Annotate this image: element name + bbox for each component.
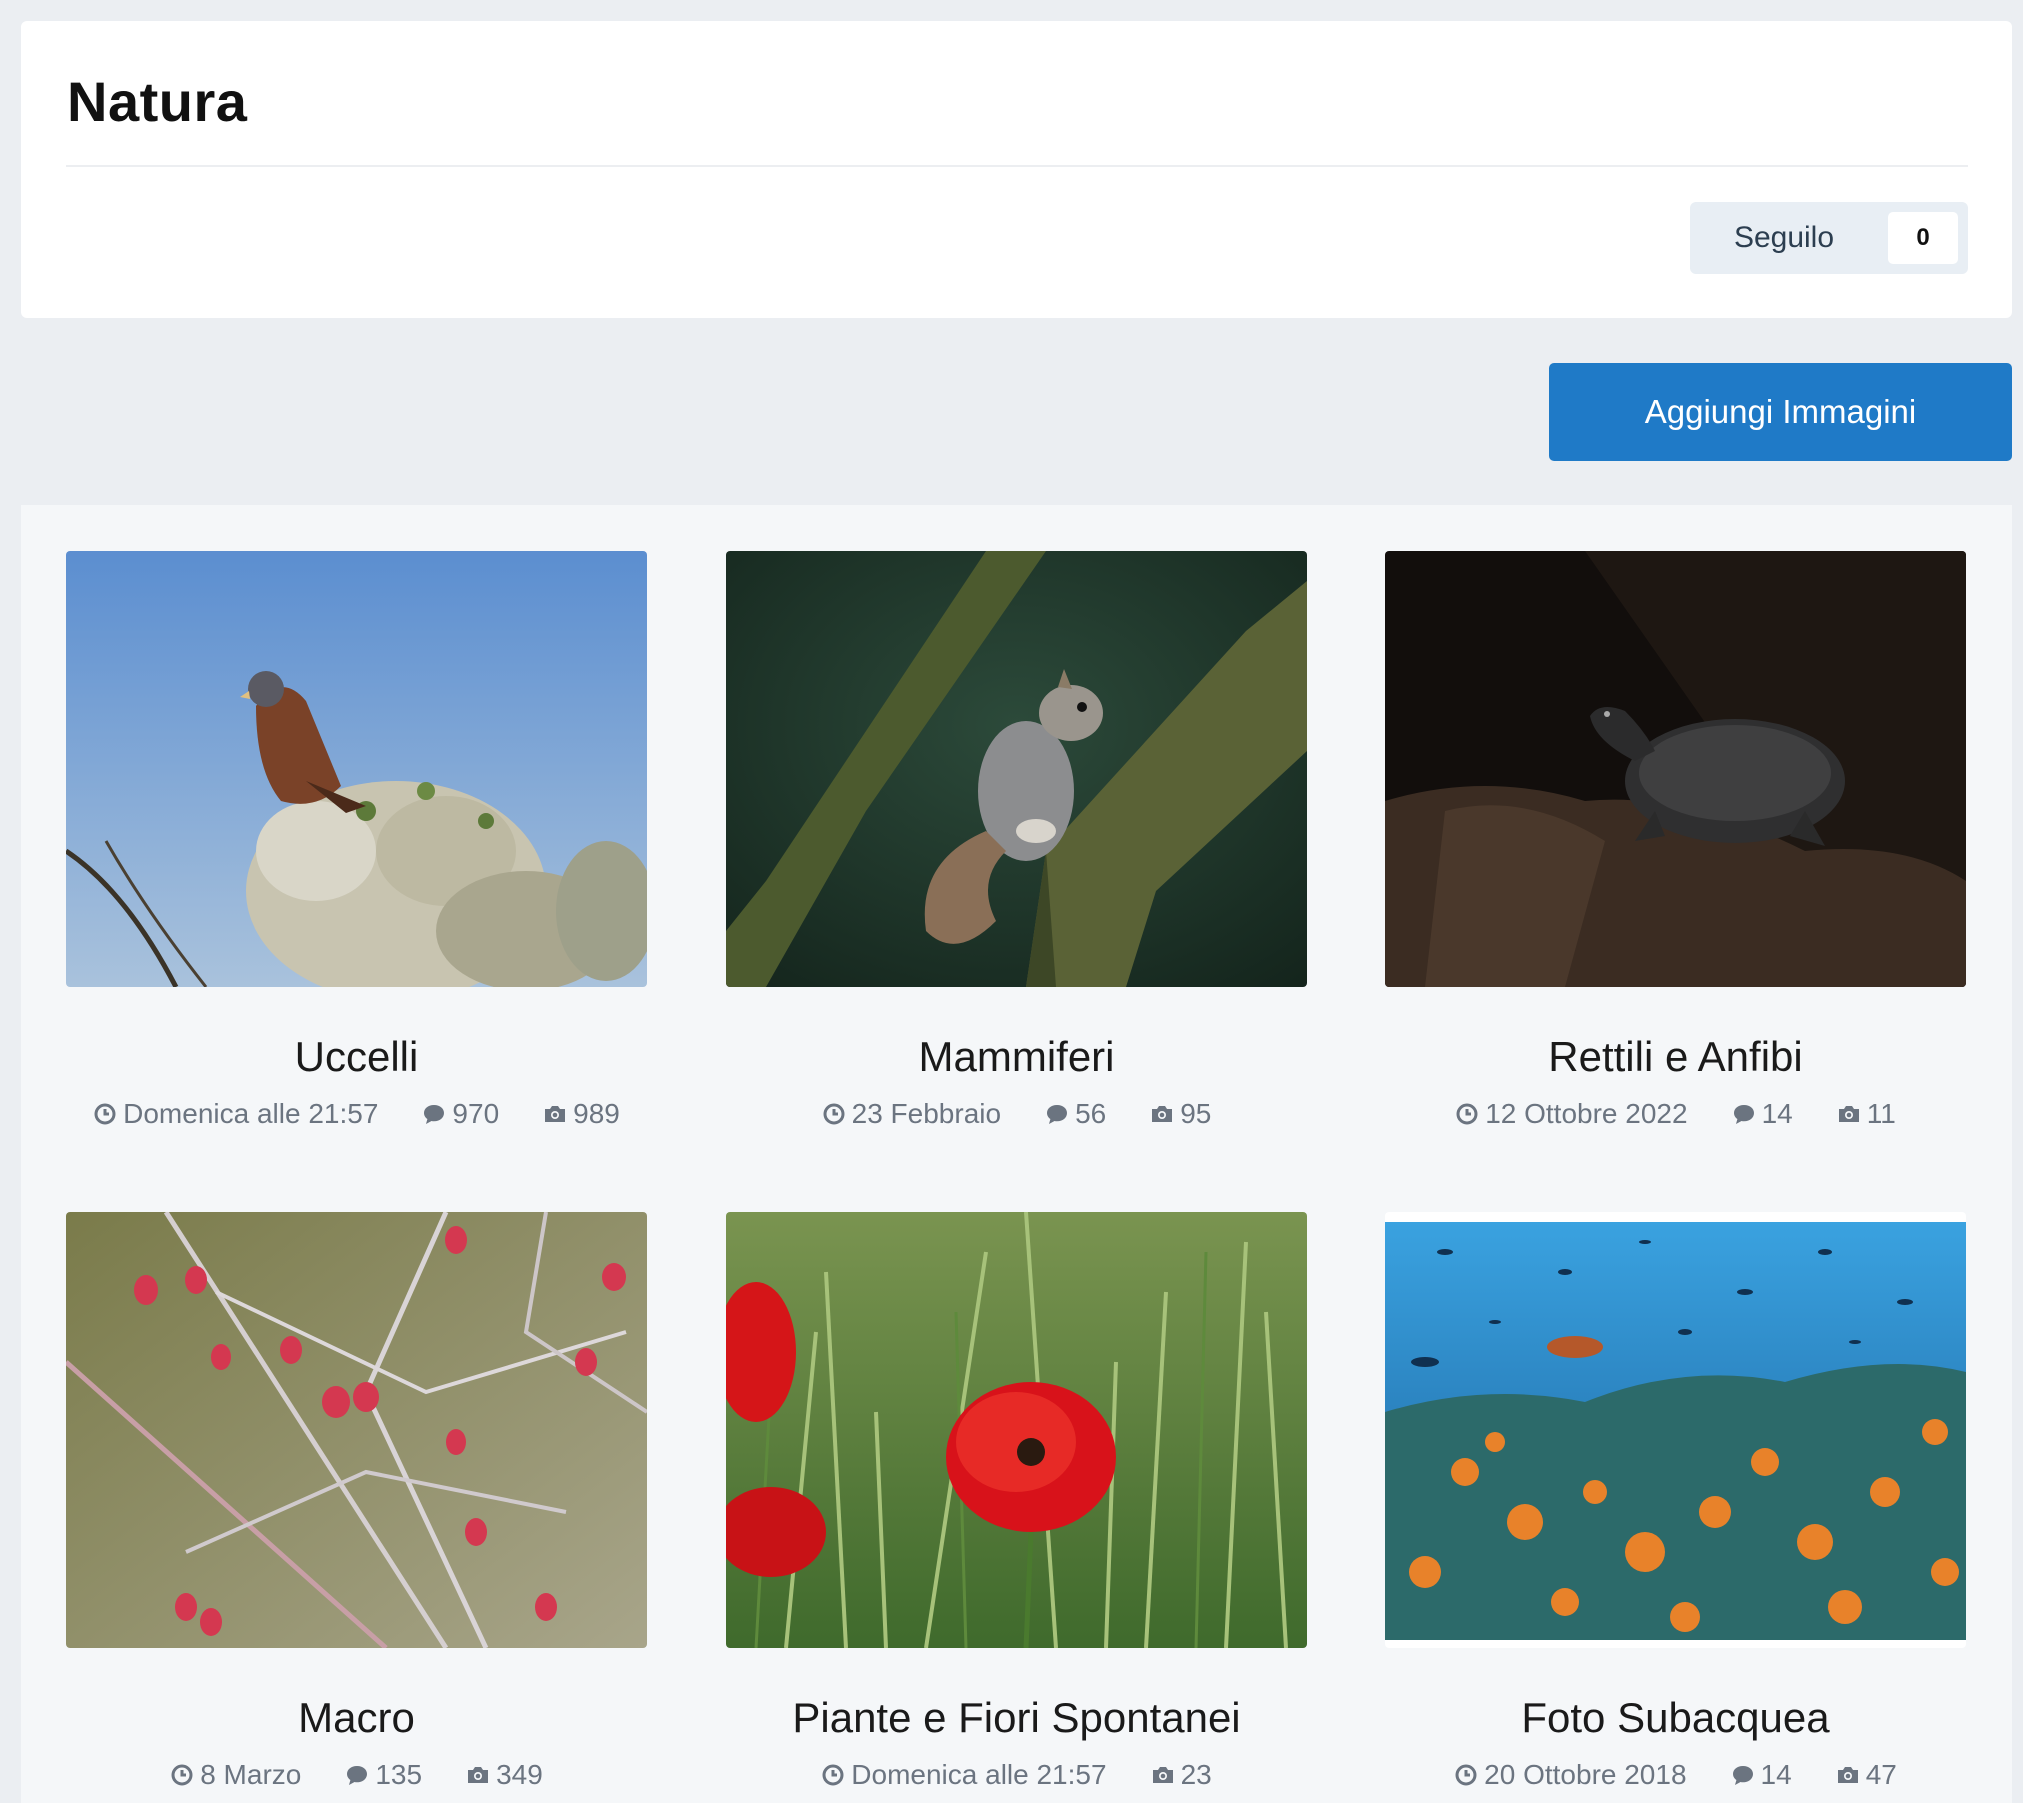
album-title[interactable]: Piante e Fiori Spontanei (726, 1694, 1307, 1742)
album-thumbnail[interactable] (726, 1212, 1307, 1648)
clock-icon (171, 1764, 193, 1786)
album-gallery: Uccelli Domenica alle 21:57 970 989 Mamm… (21, 505, 2012, 1803)
album-comments: 14 (1731, 1759, 1792, 1791)
album-meta: 23 Febbraio 56 95 (726, 1098, 1307, 1130)
album-date: Domenica alle 21:57 (821, 1759, 1107, 1791)
album-title[interactable]: Mammiferi (726, 1033, 1307, 1081)
header-divider (66, 165, 1968, 167)
clock-icon (823, 1103, 845, 1125)
album-title[interactable]: Foto Subacquea (1385, 1694, 1966, 1742)
follow-count-badge: 0 (1888, 212, 1958, 264)
album-images: 95 (1150, 1098, 1211, 1130)
camera-icon (1152, 1767, 1173, 1783)
follow-button[interactable]: Seguilo 0 (1690, 202, 1968, 274)
album-images: 47 (1836, 1759, 1897, 1791)
album-images: 23 (1151, 1759, 1212, 1791)
comment-icon (1047, 1105, 1068, 1124)
comment-icon (1733, 1105, 1754, 1124)
clock-icon (94, 1103, 116, 1125)
album-meta: Domenica alle 21:57 23 (726, 1759, 1307, 1791)
album-comments: 56 (1045, 1098, 1106, 1130)
page-header: Natura Seguilo 0 (21, 21, 2012, 318)
camera-icon (468, 1767, 489, 1783)
comment-icon (424, 1105, 445, 1124)
clock-icon (822, 1764, 844, 1786)
album-thumbnail[interactable] (1385, 1212, 1966, 1648)
album-comments: 14 (1732, 1098, 1793, 1130)
album-images: 989 (543, 1098, 620, 1130)
album-date: 8 Marzo (170, 1759, 301, 1791)
album-title[interactable]: Rettili e Anfibi (1385, 1033, 1966, 1081)
album-thumbnail[interactable] (66, 551, 647, 987)
album-thumbnail[interactable] (66, 1212, 647, 1648)
album-images: 349 (466, 1759, 543, 1791)
album-comments: 135 (345, 1759, 422, 1791)
camera-icon (1152, 1106, 1173, 1122)
album-images: 11 (1837, 1098, 1896, 1130)
album-title[interactable]: Macro (66, 1694, 647, 1742)
album-title[interactable]: Uccelli (66, 1033, 647, 1081)
album-date: Domenica alle 21:57 (93, 1098, 378, 1130)
clock-icon (1455, 1764, 1477, 1786)
camera-icon (1838, 1106, 1859, 1122)
album-thumbnail[interactable] (726, 551, 1307, 987)
page-title: Natura (67, 70, 248, 133)
album-thumbnail[interactable] (1385, 551, 1966, 987)
album-comments: 970 (422, 1098, 499, 1130)
add-images-button[interactable]: Aggiungi Immagini (1549, 363, 2012, 461)
album-meta: 20 Ottobre 2018 14 47 (1385, 1759, 1966, 1791)
album-meta: 12 Ottobre 2022 14 11 (1385, 1098, 1966, 1130)
album-date: 23 Febbraio (822, 1098, 1001, 1130)
camera-icon (545, 1106, 566, 1122)
camera-icon (1837, 1767, 1858, 1783)
clock-icon (1456, 1103, 1478, 1125)
follow-label: Seguilo (1733, 221, 1835, 254)
album-date: 20 Ottobre 2018 (1454, 1759, 1687, 1791)
comment-icon (347, 1766, 368, 1785)
comment-icon (1732, 1766, 1753, 1785)
album-meta: 8 Marzo 135 349 (66, 1759, 647, 1791)
album-meta: Domenica alle 21:57 970 989 (66, 1098, 647, 1130)
album-date: 12 Ottobre 2022 (1455, 1098, 1688, 1130)
